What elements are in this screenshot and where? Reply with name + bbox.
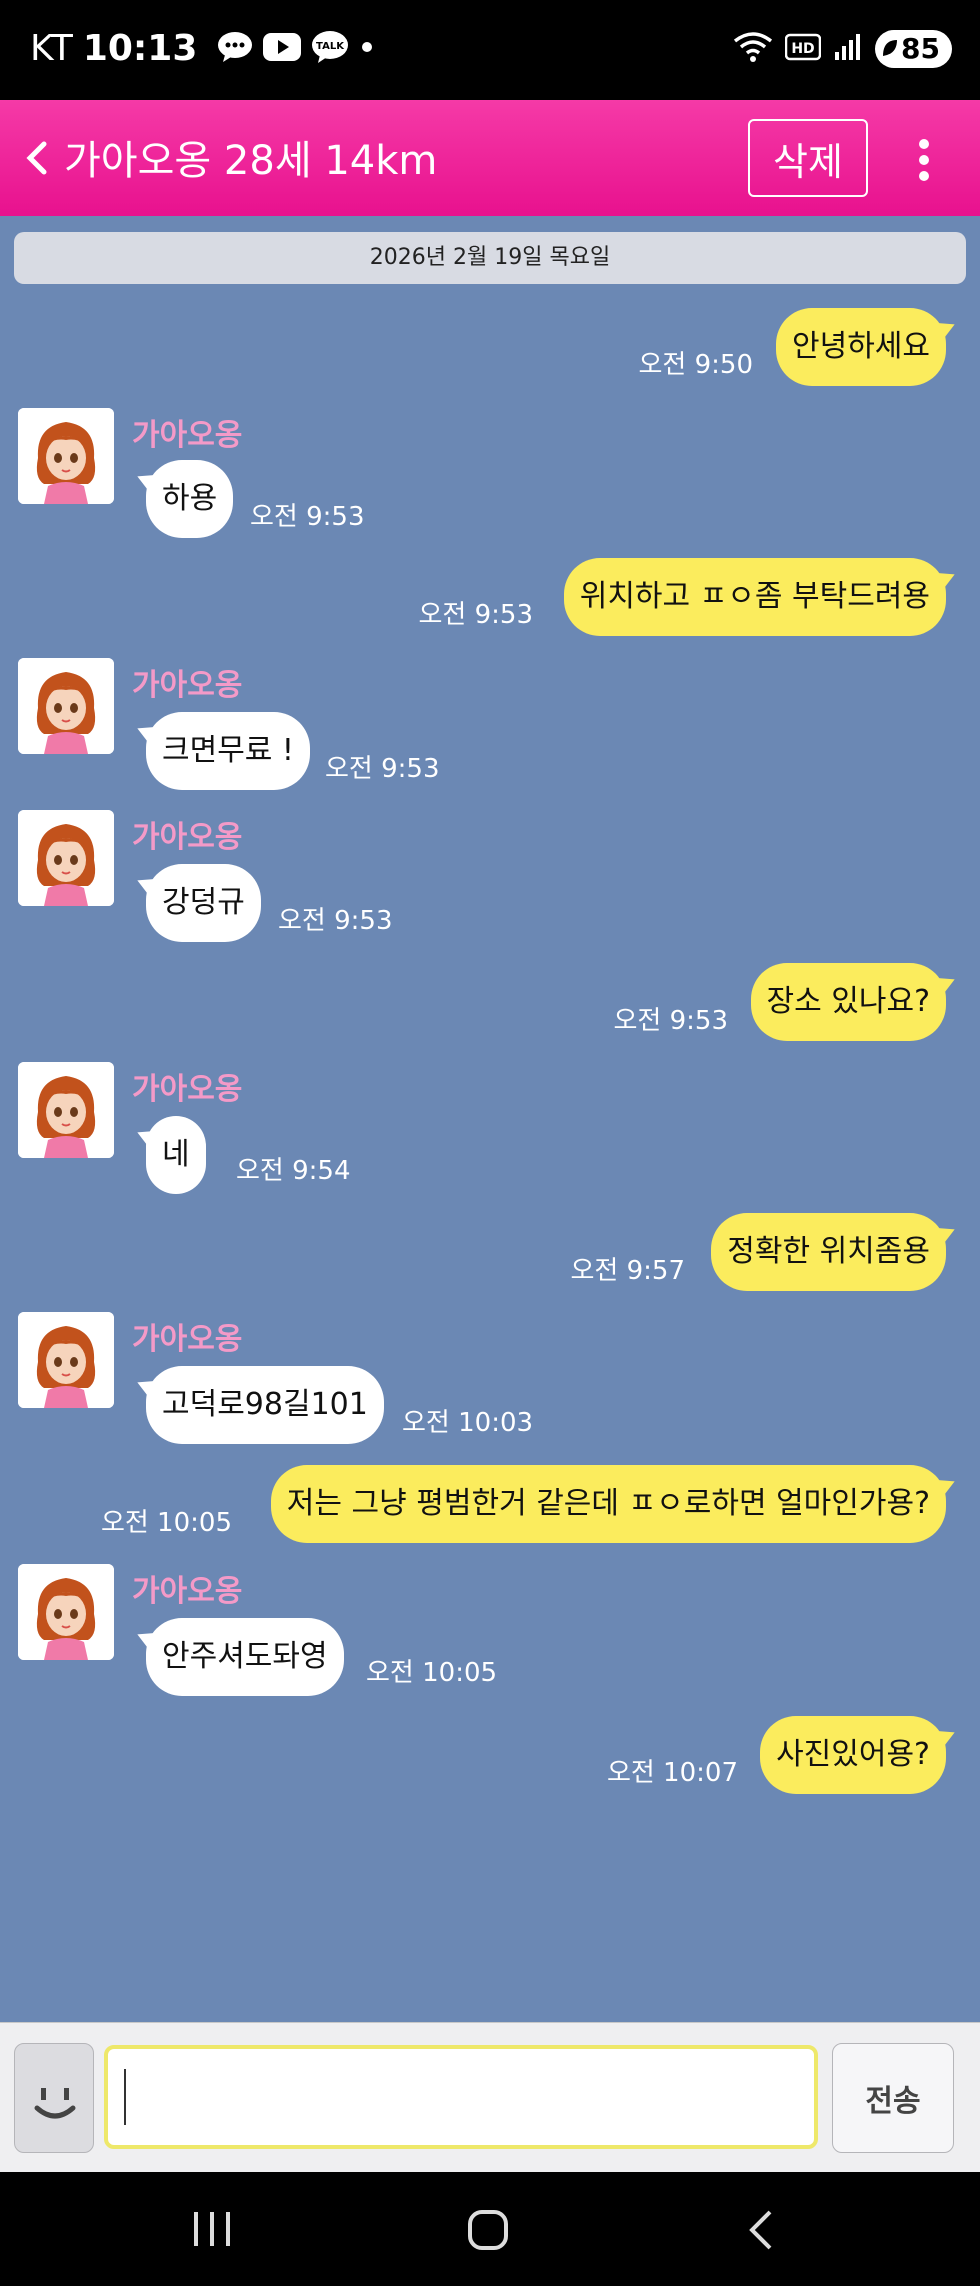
avatar[interactable] (18, 408, 114, 504)
clock: 10:13 (82, 28, 198, 69)
message-time: 오전 10:03 (402, 1408, 534, 1438)
outgoing-message: 사진있어용? (760, 1716, 946, 1794)
sender-name: 가아오옹 (132, 418, 243, 453)
girl-avatar-icon (18, 1312, 114, 1408)
girl-avatar-icon (18, 408, 114, 504)
message-time: 오전 9:53 (418, 600, 534, 630)
back-button[interactable] (22, 138, 52, 178)
incoming-message: 안주셔도돠영 (146, 1618, 344, 1696)
incoming-message: 크면무료 ! (146, 712, 310, 790)
more-menu-button[interactable] (912, 136, 936, 184)
sender-name: 가아오옹 (132, 1574, 243, 1609)
outgoing-message: 위치하고 ㅍㅇ좀 부탁드려용 (563, 558, 946, 636)
message-time: 오전 10:05 (100, 1508, 232, 1538)
delete-button[interactable]: 삭제 (748, 119, 868, 197)
avatar[interactable] (18, 1564, 114, 1660)
girl-avatar-icon (18, 1564, 114, 1660)
outgoing-message: 장소 있나요? (750, 963, 946, 1041)
chevron-left-icon (26, 141, 47, 175)
girl-avatar-icon (18, 810, 114, 906)
message-time: 오전 9:54 (236, 1156, 351, 1186)
chat-icon (217, 31, 253, 67)
outgoing-message: 정확한 위치좀용 (711, 1213, 946, 1291)
message-time: 오전 10:07 (606, 1758, 738, 1788)
hd-icon: HD (784, 32, 822, 66)
status-bar: KT 10:13 TALK HD 85 (0, 0, 980, 100)
message-time: 오전 9:57 (570, 1256, 686, 1286)
message-time: 오전 9:53 (613, 1006, 729, 1036)
incoming-message: 하용 (146, 460, 234, 538)
system-nav-bar (0, 2172, 980, 2286)
avatar[interactable] (18, 658, 114, 754)
incoming-message: 네 (146, 1116, 206, 1194)
chat-title: 가아오옹 28세 14km (64, 138, 438, 184)
battery-icon: 85 (875, 30, 952, 68)
home-icon[interactable] (466, 2208, 510, 2252)
smiley-icon (34, 2088, 76, 2119)
sender-name: 가아오옹 (132, 820, 243, 855)
sender-name: 가아오옹 (132, 1072, 243, 1107)
kakaotalk-icon: TALK (311, 30, 349, 68)
chat-header: 가아오옹 28세 14km 삭제 (0, 100, 980, 216)
message-time: 오전 9:50 (638, 350, 754, 380)
talk-label: TALK (316, 41, 345, 52)
kebab-menu-icon (919, 139, 929, 181)
avatar[interactable] (18, 810, 114, 906)
sender-name: 가아오옹 (132, 1322, 243, 1357)
message-input[interactable] (104, 2045, 818, 2149)
sender-name: 가아오옹 (132, 668, 243, 703)
battery-level: 85 (901, 32, 940, 65)
date-separator: 2026년 2월 19일 목요일 (14, 232, 966, 284)
message-composer: 전송 (0, 2022, 980, 2172)
girl-avatar-icon (18, 658, 114, 754)
outgoing-message: 안녕하세요 (776, 308, 946, 386)
signal-icon (833, 32, 863, 66)
message-time: 오전 9:53 (278, 906, 393, 936)
avatar[interactable] (18, 1312, 114, 1408)
message-time: 오전 10:05 (366, 1658, 498, 1688)
youtube-icon (263, 32, 302, 65)
incoming-message: 고덕로98길101 (146, 1366, 384, 1444)
carrier-label: KT (30, 28, 73, 69)
dot-icon (359, 39, 375, 59)
text-cursor (124, 2069, 126, 2125)
message-time: 오전 9:53 (250, 502, 365, 532)
back-nav-icon[interactable] (744, 2208, 778, 2252)
incoming-message: 강덩규 (146, 864, 261, 942)
recents-icon[interactable] (190, 2208, 236, 2250)
girl-avatar-icon (18, 1062, 114, 1158)
outgoing-message: 저는 그냥 평범한거 같은데 ㅍㅇ로하면 얼마인가용? (270, 1465, 946, 1543)
hd-label: HD (791, 41, 814, 57)
avatar[interactable] (18, 1062, 114, 1158)
emoticon-button[interactable] (14, 2043, 94, 2153)
send-button[interactable]: 전송 (832, 2043, 954, 2153)
wifi-icon (733, 31, 773, 67)
message-time: 오전 9:53 (325, 754, 440, 784)
